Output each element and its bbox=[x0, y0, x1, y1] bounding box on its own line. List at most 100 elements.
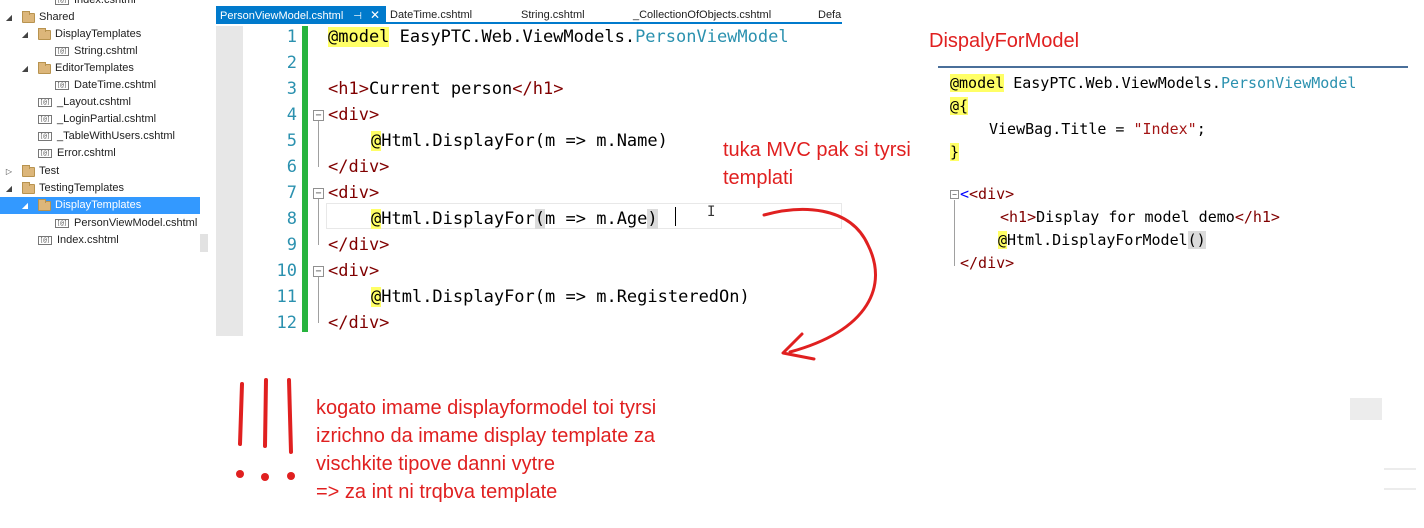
display-for-model-code-panel: @model EasyPTC.Web.ViewModels.PersonView… bbox=[938, 66, 1408, 280]
fold-guide bbox=[954, 200, 955, 266]
folder-icon bbox=[22, 10, 35, 23]
collapse-arrow-icon[interactable]: ◢ bbox=[20, 197, 30, 214]
tree-item[interactable]: [@] String.cshtml bbox=[37, 43, 138, 60]
code-line-div-close: </div> bbox=[960, 252, 1014, 275]
tree-item[interactable]: [@] PersonViewModel.cshtml bbox=[37, 215, 197, 232]
tab-label: PersonViewModel.cshtml bbox=[220, 10, 344, 22]
change-tracking-bar bbox=[302, 26, 308, 332]
code-line-div-close: </div> bbox=[328, 232, 389, 258]
document-tab-strip: PersonViewModel.cshtml ⊣ ✕ DateTime.cshtml S… bbox=[216, 6, 842, 24]
collapse-arrow-icon[interactable]: ◢ bbox=[20, 60, 30, 77]
pin-tab-icon[interactable]: ⊣ bbox=[353, 11, 362, 22]
fold-toggle-icon[interactable]: − bbox=[313, 110, 324, 121]
display-for-call: Html.DisplayFor bbox=[381, 209, 535, 229]
document-tab[interactable]: _CollectionOfObjects.cshtml bbox=[629, 6, 771, 24]
annotation-bottom-line-3: vischkite tipove danni vytre bbox=[316, 453, 556, 475]
tree-item[interactable]: ◢ EditorTemplates bbox=[20, 60, 134, 77]
display-for-model-heading: DispalyForModel bbox=[929, 30, 1080, 52]
code-line-viewbag: ViewBag.Title = "Index"; bbox=[989, 118, 1206, 141]
cshtml-file-icon: [@] bbox=[38, 149, 52, 158]
close-paren: ) bbox=[739, 287, 750, 307]
tab-label: DateTime.cshtml bbox=[390, 9, 473, 21]
cshtml-file-icon: [@] bbox=[38, 236, 52, 245]
h1-open-tag: <h1> bbox=[328, 79, 369, 99]
line-number: 10 bbox=[276, 261, 297, 281]
tree-item-label: TestingTemplates bbox=[39, 182, 124, 194]
fold-guide bbox=[318, 199, 319, 245]
code-line-display-for: @Html.DisplayFor(m => m.Age) bbox=[371, 206, 658, 232]
tree-item-label: Index.cshtml bbox=[74, 0, 136, 6]
expand-arrow-icon[interactable]: ▷ bbox=[4, 163, 14, 180]
call-parens: () bbox=[1187, 231, 1206, 249]
document-tab[interactable]: DateTime.cshtml bbox=[386, 6, 472, 24]
document-tab[interactable]: PersonViewModel.cshtml ⊣ ✕ bbox=[216, 6, 386, 24]
line-number: 1 bbox=[286, 27, 297, 47]
tree-item[interactable]: ◢ Shared bbox=[4, 9, 74, 26]
display-for-call: Html.DisplayFor bbox=[381, 131, 535, 151]
model-type: PersonViewModel bbox=[635, 27, 789, 47]
exclamation-dot-icon bbox=[236, 470, 244, 478]
code-line-div-open: <div> bbox=[328, 102, 379, 128]
code-line-div-close: </div> bbox=[328, 310, 389, 336]
collapse-arrow-icon[interactable]: ◢ bbox=[4, 180, 14, 197]
div-open-tag: <div> bbox=[328, 105, 380, 125]
cshtml-file-icon: [@] bbox=[55, 47, 69, 56]
open-paren: ( bbox=[534, 209, 546, 229]
exclamation-stroke-icon bbox=[263, 378, 268, 448]
code-line-code-block-close: } bbox=[950, 141, 960, 164]
fold-guide bbox=[318, 121, 319, 167]
tree-item-label: Error.cshtml bbox=[57, 147, 116, 159]
tree-item[interactable]: ▷ Test bbox=[4, 163, 59, 180]
cshtml-file-icon: [@] bbox=[38, 98, 52, 107]
tree-item-label: DisplayTemplates bbox=[55, 28, 142, 40]
tree-item-label: Shared bbox=[39, 11, 75, 23]
lambda-prefix: m => m. bbox=[545, 209, 617, 229]
razor-at: @ bbox=[371, 131, 382, 151]
document-tab[interactable]: String.cshtml bbox=[517, 6, 585, 24]
tree-item-label: EditorTemplates bbox=[55, 62, 134, 74]
collapse-arrow-icon[interactable]: ◢ bbox=[20, 26, 30, 43]
exclamation-stroke-icon bbox=[238, 382, 244, 446]
annotation-bottom-line-4: => za int ni trqbva template bbox=[316, 481, 558, 503]
ibeam-cursor-icon: I bbox=[707, 204, 716, 220]
fold-toggle-icon[interactable]: − bbox=[950, 190, 959, 199]
h1-text: Display for model demo bbox=[1036, 208, 1235, 226]
exclamation-dot-icon bbox=[261, 473, 269, 481]
div-open-tag: <div> bbox=[969, 185, 1015, 203]
razor-at: @ bbox=[371, 209, 382, 229]
tree-item[interactable]: ◢ DisplayTemplates bbox=[0, 197, 200, 214]
arrow-head-icon bbox=[781, 332, 816, 361]
tree-item[interactable]: [@] Index.cshtml bbox=[37, 0, 136, 9]
tree-item[interactable]: [@] Index.cshtml bbox=[20, 232, 119, 249]
tree-item[interactable]: [@] Error.cshtml bbox=[20, 145, 116, 162]
tree-item-label: PersonViewModel.cshtml bbox=[74, 217, 198, 229]
code-line-div-close: </div> bbox=[328, 154, 389, 180]
div-close-tag: </div> bbox=[960, 254, 1015, 272]
tree-item[interactable]: ◢ DisplayTemplates bbox=[20, 26, 141, 43]
fold-toggle-icon[interactable]: − bbox=[313, 266, 324, 277]
folder-icon bbox=[22, 181, 35, 194]
tree-item[interactable]: ◢ TestingTemplates bbox=[4, 180, 124, 197]
tree-item[interactable]: [@] _Layout.cshtml bbox=[20, 94, 131, 111]
document-tab[interactable]: Defa bbox=[814, 6, 841, 24]
tree-item[interactable]: [@] _LoginPartial.cshtml bbox=[20, 111, 156, 128]
folder-icon bbox=[38, 27, 51, 40]
close-tab-icon[interactable]: ✕ bbox=[370, 8, 380, 22]
tree-item[interactable]: [@] DateTime.cshtml bbox=[37, 77, 156, 94]
exclamation-dot-icon bbox=[287, 472, 295, 480]
code-line-display-for-model: @Html.DisplayForModel() bbox=[998, 229, 1206, 252]
tree-scrollbar-thumb[interactable] bbox=[200, 234, 208, 252]
annotation-top: tuka MVC pak si tyrsi templati bbox=[723, 136, 911, 192]
tree-item[interactable]: [@] _TableWithUsers.cshtml bbox=[20, 128, 175, 145]
h1-close-tag: </h1> bbox=[1234, 208, 1280, 226]
div-close-tag: </div> bbox=[328, 313, 390, 333]
folder-icon bbox=[22, 164, 35, 177]
collapse-arrow-icon[interactable]: ◢ bbox=[4, 9, 14, 26]
line-number: 4 bbox=[286, 105, 297, 125]
razor-at: @ bbox=[998, 231, 1008, 249]
background-fragment bbox=[1384, 488, 1416, 490]
fold-toggle-icon[interactable]: − bbox=[313, 188, 324, 199]
div-close-tag: </div> bbox=[328, 235, 390, 255]
annotation-bottom: kogato imame displayformodel toi tyrsi i… bbox=[316, 394, 656, 506]
tree-item-label: DisplayTemplates bbox=[55, 199, 142, 211]
